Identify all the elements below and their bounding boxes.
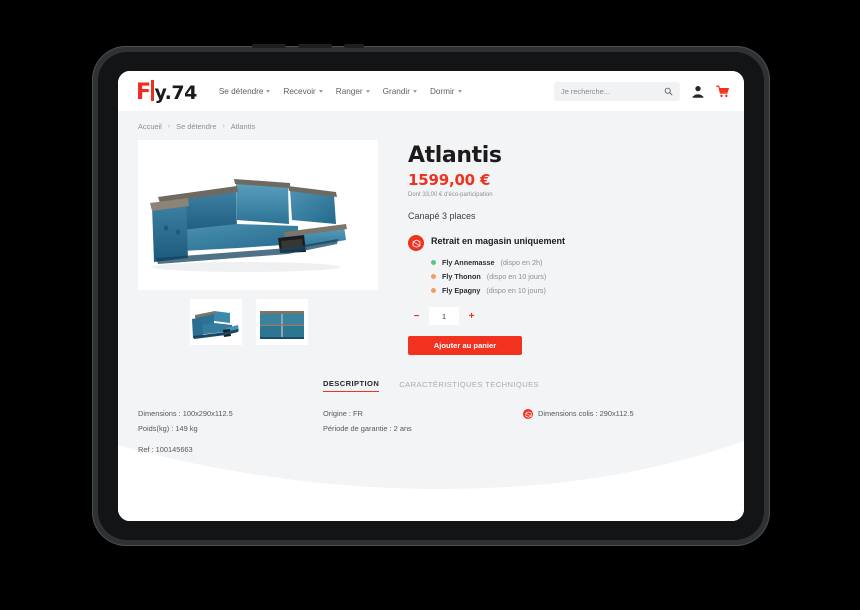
- tablet-screen: Fy.74 Se détendre Recevoir Ranger Grandi…: [118, 71, 744, 521]
- availability-dot: [431, 274, 436, 280]
- logo-text: y.74: [154, 82, 198, 104]
- nav-item-se-detendre[interactable]: Se détendre: [219, 87, 271, 96]
- nav-item-grandir[interactable]: Grandir: [383, 87, 417, 96]
- page-body: Accueil › Se détendre › Atlantis Atlanti…: [118, 111, 744, 521]
- product-main-image[interactable]: [138, 140, 378, 290]
- tab-caracteristiques-techniques[interactable]: CARACTÉRISTIQUES TECHNIQUES: [399, 380, 539, 392]
- spec-dimensions: Dimensions : 100x290x112.5: [138, 409, 233, 418]
- site-logo[interactable]: Fy.74: [136, 78, 197, 104]
- product-thumbnails: [138, 299, 386, 345]
- breadcrumb-item-atlantis: Atlantis: [230, 122, 256, 131]
- main-navigation: Se détendre Recevoir Ranger Grandir Dorm…: [219, 87, 462, 96]
- store-availability: (dispo en 10 jours): [486, 286, 546, 296]
- product-specifications: Dimensions : 100x290x112.5 Poids(kg) : 1…: [138, 407, 724, 457]
- product-info: Atlantis 1599,00 € Dont 33,00 € d'éco-pa…: [386, 140, 724, 356]
- spec-weight: Poids(kg) : 149 kg: [138, 423, 198, 433]
- pickup-title: Retrait en magasin uniquement: [431, 236, 566, 247]
- spec-package-dimensions: Dimensions colis : 290x112.5: [523, 407, 724, 422]
- add-to-cart-button[interactable]: Ajouter au panier: [408, 336, 522, 356]
- nav-label: Recevoir: [283, 86, 316, 96]
- chevron-down-icon: [266, 90, 271, 93]
- spec-column-3: Dimensions colis : 290x112.5: [523, 407, 724, 457]
- logo-letter-f: F: [136, 80, 151, 105]
- nav-item-dormir[interactable]: Dormir: [430, 87, 462, 96]
- breadcrumb: Accueil › Se détendre › Atlantis: [118, 111, 744, 131]
- store-row[interactable]: Fly Epagny (dispo en 10 jours): [431, 286, 724, 295]
- breadcrumb-item-se-detendre[interactable]: Se détendre: [176, 122, 216, 131]
- nav-item-ranger[interactable]: Ranger: [336, 87, 370, 96]
- breadcrumb-separator: ›: [167, 123, 171, 130]
- nav-label: Ranger: [335, 86, 363, 96]
- thumbnail-1[interactable]: [190, 299, 242, 345]
- product-title: Atlantis: [408, 143, 502, 168]
- chevron-down-icon: [318, 90, 323, 93]
- thumbnail-2[interactable]: [256, 299, 308, 345]
- store-availability: (dispo en 10 jours): [486, 272, 547, 282]
- product-detail: Atlantis 1599,00 € Dont 33,00 € d'éco-pa…: [118, 131, 744, 356]
- nav-item-recevoir[interactable]: Recevoir: [283, 86, 323, 96]
- package-icon: [523, 409, 533, 420]
- product-subtitle: Canapé 3 places: [408, 211, 476, 222]
- spec-column-2: Origine : FR Période de garantie : 2 ans: [323, 407, 523, 457]
- spec-origin: Origine : FR: [323, 409, 363, 418]
- nav-label: Grandir: [382, 86, 410, 96]
- nav-label: Dormir: [429, 86, 455, 96]
- chevron-down-icon: [365, 90, 370, 93]
- shopping-cart-icon[interactable]: [716, 85, 730, 98]
- quantity-stepper: − 1 +: [408, 307, 724, 326]
- spec-column-1: Dimensions : 100x290x112.5 Poids(kg) : 1…: [138, 407, 323, 457]
- site-header: Fy.74 Se détendre Recevoir Ranger Grandi…: [118, 71, 744, 111]
- quantity-input[interactable]: 1: [429, 307, 459, 326]
- availability-dot: [431, 260, 436, 266]
- tab-description[interactable]: DESCRIPTION: [322, 379, 380, 392]
- tablet-button-volume-up: [252, 44, 286, 48]
- product-tabs: DESCRIPTION CARACTÉRISTIQUES TECHNIQUES: [118, 379, 744, 392]
- chevron-down-icon: [457, 90, 462, 93]
- search-icon[interactable]: [664, 87, 673, 96]
- header-actions: [554, 81, 730, 101]
- logo-letter-l: [150, 80, 154, 101]
- pickup-info: Retrait en magasin uniquement: [408, 235, 724, 252]
- user-icon[interactable]: [692, 85, 704, 98]
- store-name: Fly Thonon: [442, 272, 481, 282]
- search-input[interactable]: [561, 86, 664, 96]
- store-row[interactable]: Fly Annemasse (dispo en 2h): [431, 258, 724, 267]
- search-box[interactable]: [554, 81, 680, 101]
- store-availability: (dispo en 2h): [500, 258, 543, 268]
- nav-label: Se détendre: [218, 86, 264, 96]
- breadcrumb-separator: ›: [222, 123, 225, 130]
- spec-package-label: Dimensions colis : 290x112.5: [538, 409, 634, 418]
- chevron-down-icon: [412, 90, 417, 93]
- quantity-increment-button[interactable]: +: [463, 307, 480, 325]
- store-name: Fly Annemasse: [442, 258, 495, 268]
- quantity-decrement-button[interactable]: −: [408, 307, 425, 325]
- store-availability-list: Fly Annemasse (dispo en 2h) Fly Thonon (…: [431, 258, 724, 295]
- spec-warranty: Période de garantie : 2 ans: [323, 423, 412, 433]
- store-name: Fly Epagny: [442, 286, 481, 296]
- product-price: 1599,00 €: [408, 171, 491, 190]
- tablet-button-volume-down: [298, 44, 332, 48]
- availability-dot: [431, 288, 436, 294]
- tablet-button-power: [344, 44, 364, 48]
- product-gallery: [138, 140, 386, 355]
- store-row[interactable]: Fly Thonon (dispo en 10 jours): [431, 272, 724, 281]
- eco-participation-note: Dont 33,00 € d'éco-participation: [408, 192, 493, 199]
- scene: Fy.74 Se détendre Recevoir Ranger Grandi…: [0, 0, 860, 610]
- spec-reference: Ref : 100145663: [138, 444, 193, 454]
- breadcrumb-item-accueil[interactable]: Accueil: [138, 122, 162, 131]
- store-pickup-icon: [408, 235, 424, 252]
